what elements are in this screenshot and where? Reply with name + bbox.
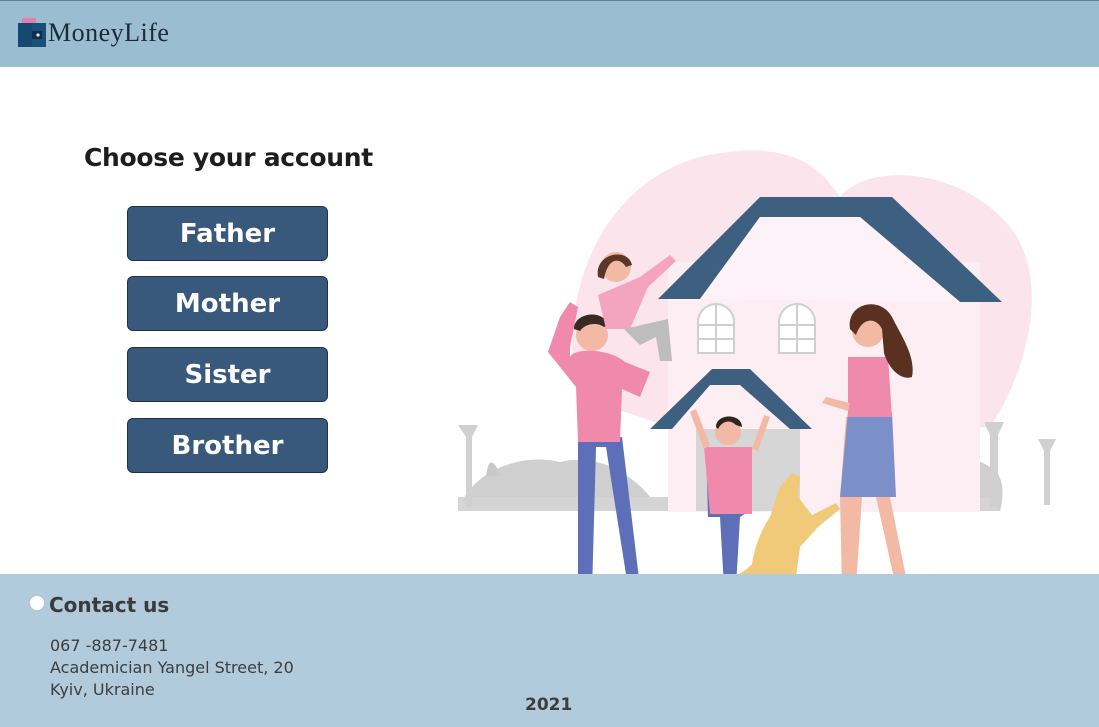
mother-account-button[interactable]: Mother <box>127 276 328 331</box>
father-account-button[interactable]: Father <box>127 206 328 261</box>
brother-account-button[interactable]: Brother <box>127 418 328 473</box>
page-title: Choose your account <box>84 143 373 172</box>
main-section: Choose your account Father Mother Sister… <box>0 67 1099 607</box>
contact-phone: 067 -887-7481 <box>50 636 169 655</box>
bullet-dot-icon <box>30 596 44 610</box>
sister-account-button[interactable]: Sister <box>127 347 328 402</box>
site-header: MoneyLife <box>0 0 1099 67</box>
contact-address: Academician Yangel Street, 20 <box>50 658 294 677</box>
copyright-year: 2021 <box>525 695 573 715</box>
brand-name: MoneyLife <box>48 18 170 47</box>
family-house-illustration <box>450 147 1070 617</box>
brand-logo[interactable]: MoneyLife <box>18 15 169 51</box>
wallet-icon <box>18 18 48 48</box>
site-footer: Contact us 067 -887-7481 Academician Yan… <box>0 574 1099 727</box>
contact-title: Contact us <box>49 593 170 617</box>
contact-city: Kyiv, Ukraine <box>50 680 155 699</box>
